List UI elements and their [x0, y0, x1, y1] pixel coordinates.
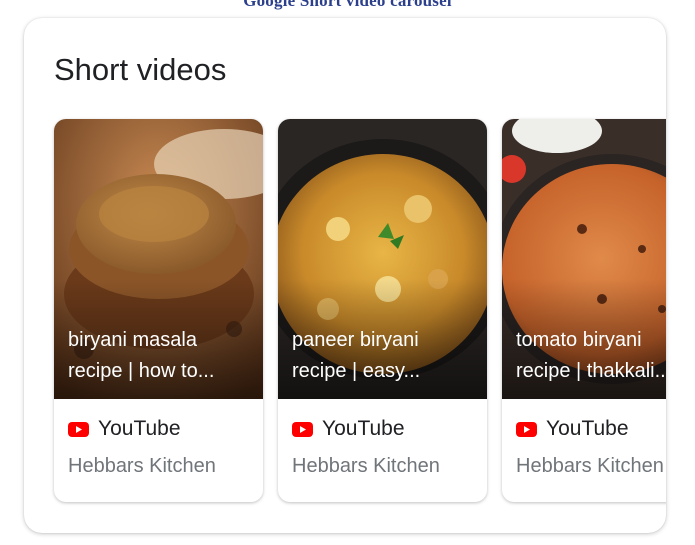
source-name: YouTube	[98, 417, 181, 440]
video-source: YouTube	[68, 417, 181, 441]
youtube-icon	[516, 421, 537, 437]
video-title: biryani masala recipe | how to...	[68, 329, 215, 382]
video-card-3[interactable]: tomato biryani recipe | thakkali... YouT…	[502, 119, 666, 502]
video-title: tomato biryani recipe | thakkali...	[516, 329, 666, 382]
source-name: YouTube	[322, 417, 405, 440]
channel-name: Hebbars Kitchen	[516, 455, 664, 477]
channel-name: Hebbars Kitchen	[68, 455, 216, 477]
video-title: paneer biryani recipe | easy...	[292, 329, 421, 382]
channel-name: Hebbars Kitchen	[292, 455, 440, 477]
youtube-icon	[68, 421, 89, 437]
header-caption: Google Short video carousel	[243, 0, 452, 10]
youtube-icon	[292, 421, 313, 437]
short-videos-panel: Short videos biryani masala recipe | how…	[24, 18, 666, 533]
video-thumbnail[interactable]: paneer biryani recipe | easy...	[278, 119, 487, 399]
video-thumbnail[interactable]: tomato biryani recipe | thakkali...	[502, 119, 666, 399]
source-name: YouTube	[546, 417, 629, 440]
video-thumbnail[interactable]: biryani masala recipe | how to...	[54, 119, 263, 399]
video-source: YouTube	[292, 417, 405, 441]
video-source: YouTube	[516, 417, 629, 441]
video-card-1[interactable]: biryani masala recipe | how to... YouTub…	[54, 119, 263, 502]
video-card-2[interactable]: paneer biryani recipe | easy... YouTube …	[278, 119, 487, 502]
panel-title: Short videos	[54, 52, 227, 87]
